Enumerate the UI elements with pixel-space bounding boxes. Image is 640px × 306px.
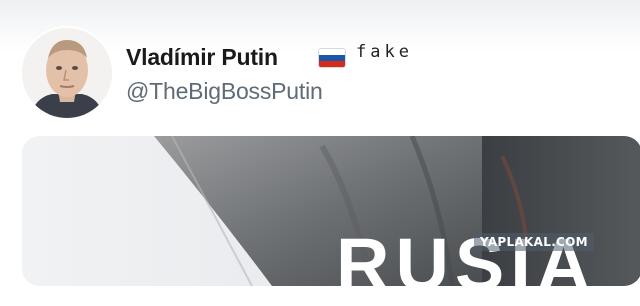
username-handle[interactable]: @TheBigBossPutin xyxy=(126,78,323,105)
face-photo-icon xyxy=(22,28,112,118)
fake-overlay-label: fake xyxy=(356,42,413,62)
profile-avatar[interactable] xyxy=(22,28,112,118)
flag-stripe-red xyxy=(319,61,345,67)
site-watermark: YAPLAKAL.COM xyxy=(474,233,594,251)
russia-flag-icon xyxy=(318,48,346,68)
display-name[interactable]: Vladímir Putin xyxy=(126,44,278,71)
